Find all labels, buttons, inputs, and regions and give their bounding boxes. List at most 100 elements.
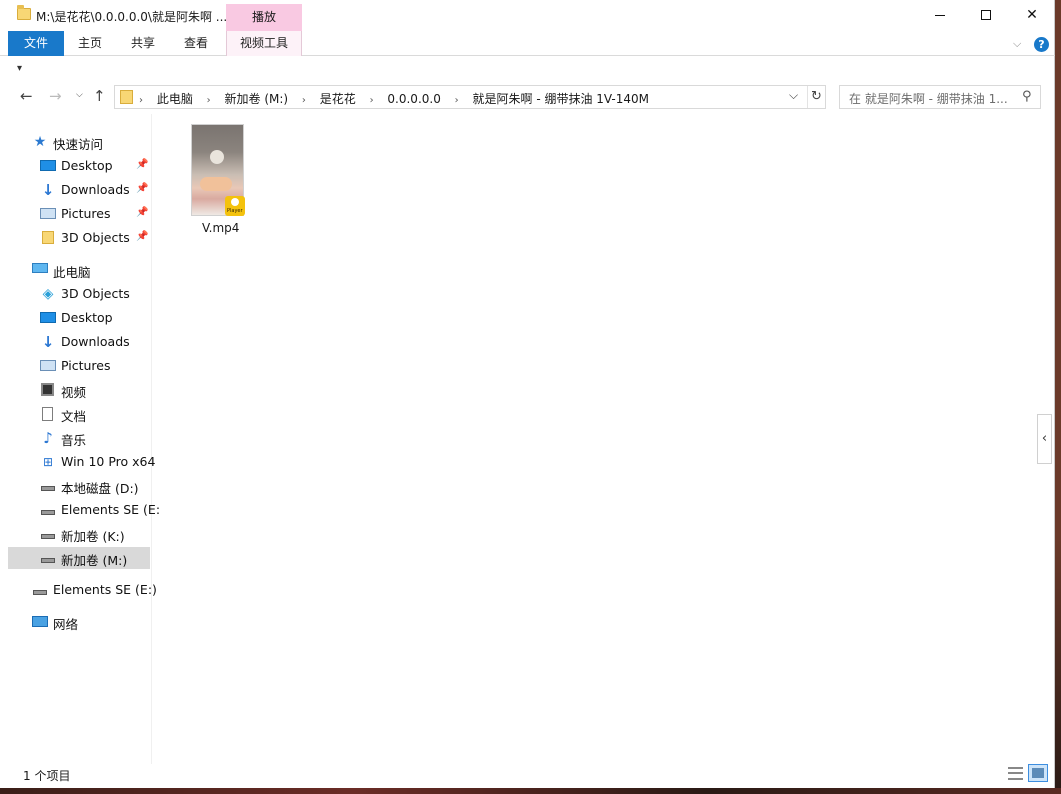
sidebar-item-pictures-pinned[interactable]: Pictures 📌 bbox=[8, 203, 150, 225]
sidebar-item-3d-objects-pinned[interactable]: 3D Objects 📌 bbox=[8, 227, 150, 249]
minimize-button[interactable] bbox=[917, 0, 963, 31]
pin-icon: 📌 bbox=[136, 207, 149, 218]
sidebar-item-label: 此电脑 bbox=[53, 265, 91, 280]
tab-view[interactable]: 查看 bbox=[172, 31, 220, 56]
item-count: 1 个项目 bbox=[23, 769, 71, 783]
sidebar-item-label: Pictures bbox=[61, 358, 111, 373]
sidebar-item-desktop-pinned[interactable]: Desktop 📌 bbox=[8, 155, 150, 177]
sidebar-item-drive-d[interactable]: 本地磁盘 (D:) bbox=[8, 475, 150, 497]
sidebar-item-music[interactable]: ♪ 音乐 bbox=[8, 427, 150, 449]
drive-icon bbox=[41, 510, 55, 515]
minimize-icon bbox=[935, 14, 945, 16]
pin-icon: 📌 bbox=[136, 231, 149, 242]
windows-drive-icon: ⊞ bbox=[42, 455, 54, 469]
chevron-right-icon[interactable]: › bbox=[455, 95, 459, 106]
details-view-icon[interactable] bbox=[1008, 767, 1023, 780]
sidebar-item-label: 网络 bbox=[53, 617, 79, 632]
refresh-icon[interactable]: ↻ bbox=[807, 86, 825, 108]
sidebar-item-label: Elements SE (E: bbox=[61, 502, 161, 517]
3d-objects-icon: ◈ bbox=[42, 286, 54, 302]
sidebar-item-pictures[interactable]: Pictures bbox=[8, 355, 150, 377]
sidebar-item-downloads[interactable]: ↓ Downloads bbox=[8, 331, 150, 353]
tab-video-tools[interactable]: 视频工具 bbox=[226, 31, 302, 56]
maximize-button[interactable] bbox=[963, 0, 1009, 31]
folder-icon bbox=[42, 231, 54, 244]
maximize-icon bbox=[981, 10, 991, 20]
contextual-tab-header: 播放 bbox=[226, 4, 302, 31]
close-button[interactable]: ✕ bbox=[1009, 0, 1055, 31]
music-icon: ♪ bbox=[43, 429, 53, 447]
address-bar[interactable]: › 此电脑 › 新加卷 (M:) › 是花花 › 0.0.0.0.0 › 就是阿… bbox=[114, 85, 826, 109]
tab-share[interactable]: 共享 bbox=[118, 31, 168, 56]
sidebar-item-downloads-pinned[interactable]: ↓ Downloads 📌 bbox=[8, 179, 150, 201]
quick-access-toolbar: ▾ bbox=[0, 57, 1055, 81]
chevron-right-icon[interactable]: › bbox=[139, 95, 143, 106]
search-placeholder: 在 就是阿朱啊 - 绷带抹油 1... bbox=[849, 92, 1008, 106]
help-icon[interactable]: ? bbox=[1034, 37, 1049, 52]
folder-icon bbox=[120, 90, 133, 104]
player-badge-label: Player bbox=[227, 208, 243, 214]
sidebar-item-videos[interactable]: 视频 bbox=[8, 379, 150, 401]
pin-icon: 📌 bbox=[136, 183, 149, 194]
file-explorer-window: M:\是花花\0.0.0.0.0\就是阿朱啊 ... 播放 ✕ 文件 主页 共享… bbox=[0, 0, 1055, 788]
pictures-icon bbox=[40, 208, 56, 219]
sidebar-item-label: Win 10 Pro x64 bbox=[61, 454, 156, 469]
sidebar-item-elements-se[interactable]: Elements SE (E:) bbox=[8, 579, 157, 601]
potplayer-icon: Player bbox=[225, 196, 245, 216]
sidebar-item-documents[interactable]: 文档 bbox=[8, 403, 150, 425]
sidebar-item-label: 文档 bbox=[61, 409, 87, 424]
large-icons-view-icon[interactable] bbox=[1028, 764, 1048, 782]
sidebar-item-desktop[interactable]: Desktop bbox=[8, 307, 150, 329]
pictures-icon bbox=[40, 360, 56, 371]
drive-icon bbox=[41, 486, 55, 491]
preview-pane-toggle-chevron-left-icon[interactable]: ‹ bbox=[1037, 414, 1052, 464]
chevron-right-icon[interactable]: › bbox=[302, 95, 306, 106]
sidebar-item-drive-k[interactable]: 新加卷 (K:) bbox=[8, 523, 150, 545]
document-icon bbox=[42, 407, 53, 421]
search-input[interactable]: 在 就是阿朱啊 - 绷带抹油 1... ⚲ bbox=[839, 85, 1041, 109]
navigation-pane: ★ 快速访问 Desktop 📌 ↓ Downloads 📌 Pictures … bbox=[0, 114, 160, 764]
title-bar[interactable]: M:\是花花\0.0.0.0.0\就是阿朱啊 ... 播放 ✕ bbox=[0, 0, 1055, 31]
sidebar-item-drive-m[interactable]: 新加卷 (M:) bbox=[8, 547, 150, 569]
tab-file[interactable]: 文件 bbox=[8, 31, 64, 56]
download-icon: ↓ bbox=[41, 333, 55, 351]
sidebar-item-network[interactable]: 网络 bbox=[8, 611, 150, 633]
sidebar-item-label: Desktop bbox=[61, 158, 113, 173]
sidebar-item-label: 新加卷 (M:) bbox=[61, 553, 128, 568]
sidebar-item-label: 本地磁盘 (D:) bbox=[61, 481, 139, 496]
navigation-bar: ← → ⌵ ↑ › 此电脑 › 新加卷 (M:) › 是花花 › 0.0.0.0… bbox=[0, 83, 1055, 111]
star-icon: ★ bbox=[33, 134, 47, 150]
up-arrow-icon[interactable]: ↑ bbox=[93, 87, 106, 105]
sidebar-item-label: Downloads bbox=[61, 334, 130, 349]
customize-toolbar-dropdown-icon[interactable]: ▾ bbox=[17, 63, 22, 74]
file-list-view[interactable]: Player V.mp4 bbox=[153, 114, 1035, 764]
breadcrumb-drive-m[interactable]: 新加卷 (M:) bbox=[225, 92, 289, 106]
expand-ribbon-chevron-icon[interactable]: ⌵ bbox=[1013, 37, 1021, 51]
sidebar-item-drive-e[interactable]: Elements SE (E: bbox=[8, 499, 160, 521]
sidebar-item-drive-c[interactable]: ⊞ Win 10 Pro x64 bbox=[8, 451, 155, 473]
folder-icon bbox=[17, 5, 31, 20]
desktop-background bbox=[1055, 535, 1061, 794]
breadcrumb-folder-1[interactable]: 是花花 bbox=[320, 92, 356, 106]
breadcrumb-folder-2[interactable]: 0.0.0.0.0 bbox=[387, 92, 440, 106]
video-icon bbox=[41, 383, 54, 396]
search-icon: ⚲ bbox=[1022, 89, 1032, 104]
sidebar-item-3d-objects[interactable]: ◈ 3D Objects bbox=[8, 283, 150, 305]
breadcrumb-this-pc[interactable]: 此电脑 bbox=[157, 92, 193, 106]
chevron-right-icon[interactable]: › bbox=[370, 95, 374, 106]
forward-arrow-icon[interactable]: → bbox=[49, 87, 62, 105]
breadcrumb-current-folder[interactable]: 就是阿朱啊 - 绷带抹油 1V-140M bbox=[473, 92, 650, 106]
pin-icon: 📌 bbox=[136, 159, 149, 170]
file-name: V.mp4 bbox=[202, 221, 240, 235]
breadcrumb: › 此电脑 › 新加卷 (M:) › 是花花 › 0.0.0.0.0 › 就是阿… bbox=[139, 90, 659, 107]
network-icon bbox=[32, 616, 48, 627]
desktop-icon bbox=[40, 312, 56, 323]
sidebar-item-this-pc[interactable]: 此电脑 bbox=[8, 259, 150, 281]
desktop-background-strip bbox=[0, 788, 1061, 794]
address-dropdown-chevron-icon[interactable]: ⌵ bbox=[789, 88, 798, 103]
recent-locations-chevron-icon[interactable]: ⌵ bbox=[76, 90, 83, 100]
sidebar-item-quick-access[interactable]: ★ 快速访问 bbox=[8, 131, 150, 153]
chevron-right-icon[interactable]: › bbox=[207, 95, 211, 106]
tab-home[interactable]: 主页 bbox=[66, 31, 114, 56]
back-arrow-icon[interactable]: ← bbox=[20, 87, 33, 105]
